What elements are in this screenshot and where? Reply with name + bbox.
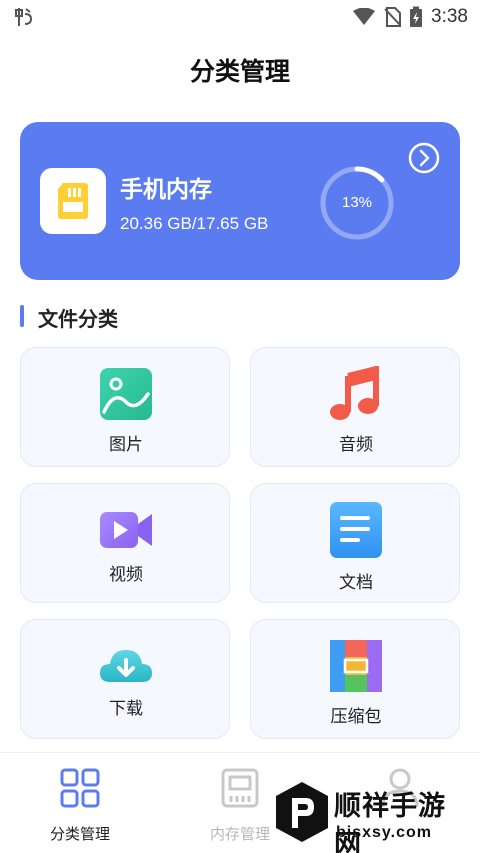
storage-size: 20.36 GB/17.65 GB: [120, 214, 269, 233]
sd-card-icon-box: [40, 168, 106, 234]
cloud-download-icon: [100, 650, 152, 682]
app-notification-icon: [15, 8, 33, 26]
grid-icon: [60, 768, 100, 808]
status-time: 3:38: [431, 6, 468, 27]
music-note-icon: [330, 366, 379, 420]
category-label: 文档: [339, 573, 373, 593]
no-sim-icon: [384, 7, 402, 27]
wifi-icon: [353, 8, 376, 25]
battery-charging-icon: [410, 6, 423, 27]
category-tile-documents[interactable]: 文档: [250, 483, 460, 603]
watermark-title: 顺祥手游网: [334, 791, 446, 853]
page-title: 分类管理: [189, 57, 290, 86]
nav-item-category-management[interactable]: 分类管理: [0, 753, 160, 853]
image-icon: [100, 368, 152, 420]
section-title: 文件分类: [38, 307, 118, 331]
status-bar: 3:38: [0, 0, 480, 34]
memory-chip-icon: [221, 768, 259, 808]
watermark-logo-icon: [276, 782, 328, 842]
watermark: 顺祥手游网 bjsxsy.com: [272, 780, 472, 853]
category-label: 音频: [339, 435, 373, 455]
category-label: 视频: [109, 565, 143, 585]
category-tile-downloads[interactable]: 下载: [20, 619, 230, 739]
status-icons: 3:38: [353, 6, 468, 28]
category-tile-images[interactable]: 图片: [20, 347, 230, 467]
category-label: 压缩包: [330, 707, 382, 727]
nav-label: 分类管理: [49, 825, 110, 843]
document-icon: [330, 502, 382, 558]
category-label: 下载: [109, 699, 143, 719]
watermark-url: bjsxsy.com: [336, 824, 432, 841]
chevron-right-circle-icon[interactable]: [408, 142, 440, 174]
category-label: 图片: [109, 435, 143, 455]
storage-card[interactable]: 手机内存 20.36 GB/17.65 GB 13%: [20, 122, 460, 280]
category-tile-video[interactable]: 视频: [20, 483, 230, 603]
category-tile-archives[interactable]: 压缩包: [250, 619, 460, 739]
storage-name: 手机内存: [120, 177, 212, 203]
sd-card-icon: [58, 183, 88, 219]
storage-percent: 13%: [341, 194, 373, 211]
section-accent-bar: [20, 305, 24, 327]
video-camera-icon: [100, 512, 152, 548]
archive-icon: [330, 640, 382, 692]
category-tile-audio[interactable]: 音频: [250, 347, 460, 467]
